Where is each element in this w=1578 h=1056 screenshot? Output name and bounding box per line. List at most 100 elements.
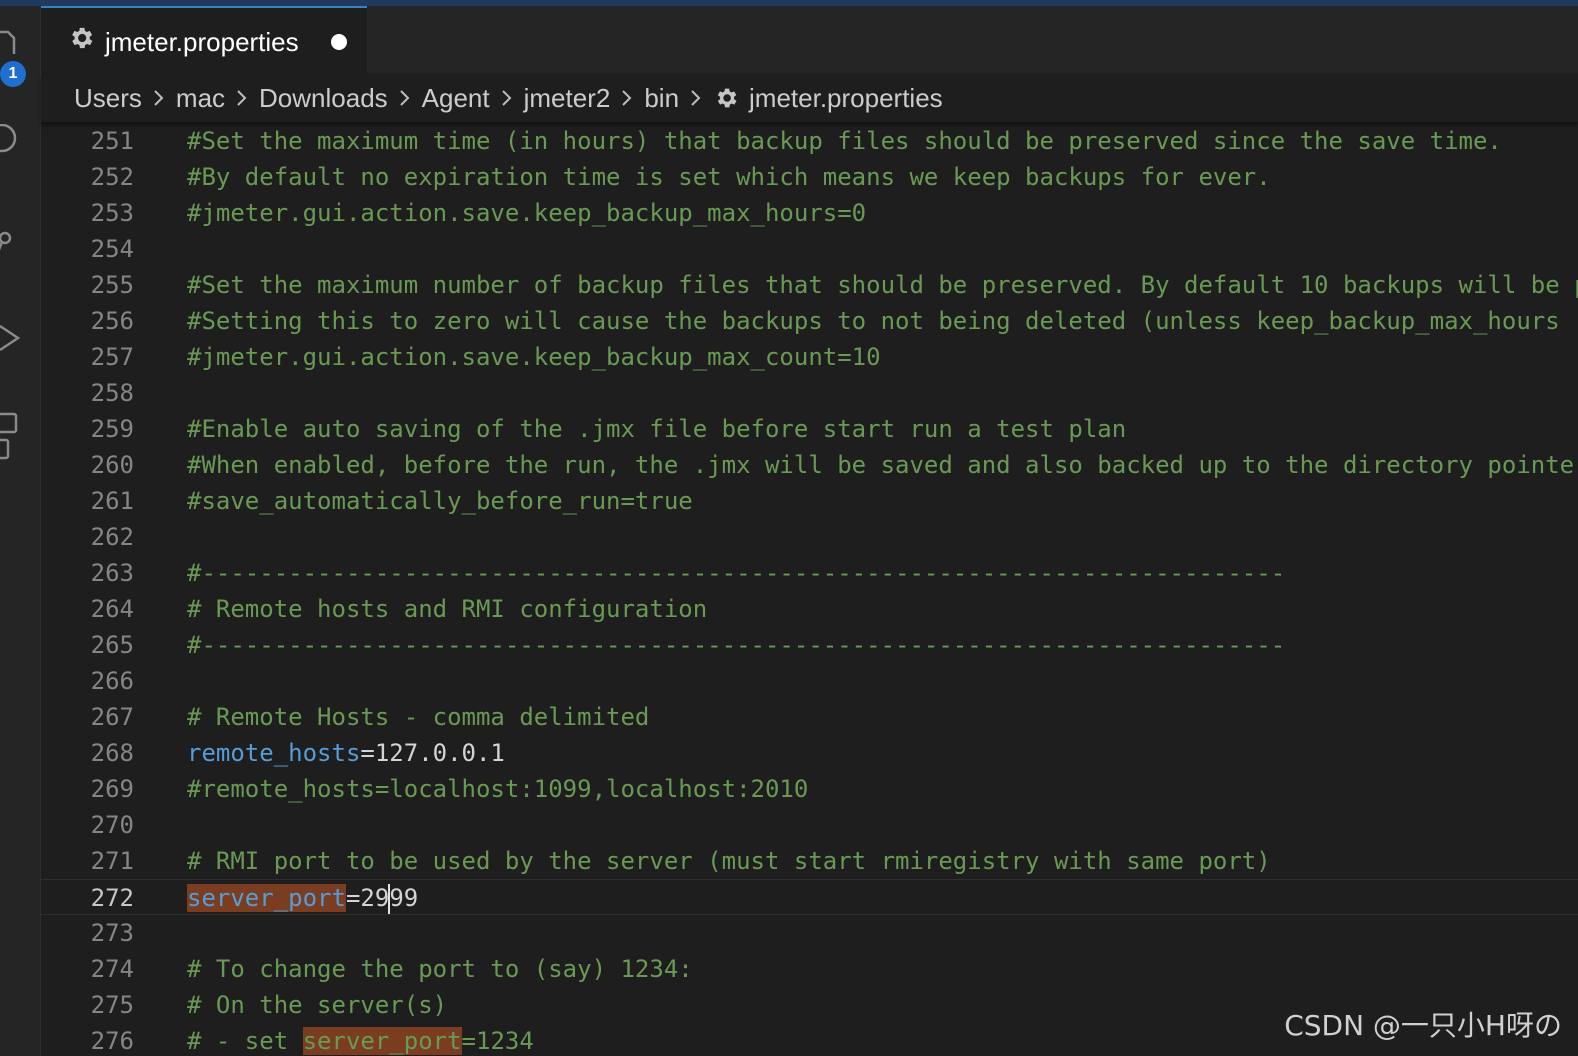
code-line[interactable]: 259 #Enable auto saving of the .jmx file … bbox=[41, 411, 1578, 447]
gear-icon bbox=[717, 88, 737, 108]
line-number: 276 bbox=[90, 1027, 134, 1055]
text-cursor bbox=[388, 884, 391, 914]
line-text: # - set server_port=1234 bbox=[187, 1023, 534, 1056]
line-number: 262 bbox=[90, 523, 134, 551]
extensions-icon[interactable] bbox=[0, 410, 28, 460]
code-line[interactable]: 273 bbox=[41, 915, 1578, 951]
line-text: # Remote Hosts - comma delimited bbox=[187, 703, 650, 731]
line-number: 258 bbox=[90, 379, 134, 407]
line-number: 261 bbox=[90, 487, 134, 515]
line-text: #Set the maximum time (in hours) that ba… bbox=[187, 127, 1502, 155]
code-line[interactable]: 269 #remote_hosts=localhost:1099,localhos… bbox=[41, 771, 1578, 807]
explorer-icon[interactable] bbox=[0, 28, 28, 56]
explorer-badge: 1 bbox=[0, 61, 26, 87]
line-number: 275 bbox=[90, 991, 134, 1019]
line-text: # RMI port to be used by the server (mus… bbox=[187, 847, 1271, 875]
code-line[interactable]: 263 #------------------------------------… bbox=[41, 555, 1578, 591]
run-debug-icon[interactable] bbox=[0, 322, 28, 352]
line-number: 268 bbox=[90, 739, 134, 767]
line-number: 265 bbox=[90, 631, 134, 659]
line-number: 252 bbox=[90, 163, 134, 191]
line-text: # To change the port to (say) 1234: bbox=[187, 955, 693, 983]
code-line[interactable]: 256 #Setting this to zero will cause the … bbox=[41, 303, 1578, 339]
line-number: 254 bbox=[90, 235, 134, 263]
line-text: # On the server(s) bbox=[187, 991, 448, 1019]
breadcrumb-item-bin[interactable]: bin bbox=[644, 82, 679, 114]
source-control-icon[interactable] bbox=[0, 228, 28, 256]
property-key: server_port bbox=[187, 884, 346, 912]
line-number: 272 bbox=[90, 884, 134, 912]
line-number: 269 bbox=[90, 775, 134, 803]
line-number: 264 bbox=[90, 595, 134, 623]
code-line[interactable]: 253 #jmeter.gui.action.save.keep_backup_m… bbox=[41, 195, 1578, 231]
line-text: #save_automatically_before_run=true bbox=[187, 487, 693, 515]
line-number: 266 bbox=[90, 667, 134, 695]
line-text: #Enable auto saving of the .jmx file bef… bbox=[187, 415, 1127, 443]
code-line[interactable]: 271 # RMI port to be used by the server (… bbox=[41, 843, 1578, 879]
property-value: =2999 bbox=[345, 884, 419, 914]
unsaved-dot-icon[interactable] bbox=[331, 34, 347, 50]
comment-text: # - set bbox=[187, 1027, 303, 1055]
code-line[interactable]: 274 # To change the port to (say) 1234: bbox=[41, 951, 1578, 987]
code-line[interactable]: 272 server_port=2999 bbox=[41, 879, 1578, 915]
code-line[interactable]: 270 bbox=[41, 807, 1578, 843]
line-number: 271 bbox=[90, 847, 134, 875]
breadcrumb-item-downloads[interactable]: Downloads bbox=[259, 82, 388, 114]
code-line[interactable]: 258 bbox=[41, 375, 1578, 411]
code-line[interactable]: 252 #By default no expiration time is set… bbox=[41, 159, 1578, 195]
line-text: #remote_hosts=localhost:1099,localhost:2… bbox=[187, 775, 809, 803]
line-number: 263 bbox=[90, 559, 134, 587]
line-number: 255 bbox=[90, 271, 134, 299]
chevron-right-icon bbox=[154, 90, 164, 106]
code-line[interactable]: 257 #jmeter.gui.action.save.keep_backup_m… bbox=[41, 339, 1578, 375]
code-line[interactable]: 260 #When enabled, before the run, the .j… bbox=[41, 447, 1578, 483]
code-line[interactable]: 261 #save_automatically_before_run=true bbox=[41, 483, 1578, 519]
line-text: #jmeter.gui.action.save.keep_backup_max_… bbox=[187, 343, 881, 371]
line-text: server_port=2999 bbox=[187, 880, 418, 916]
line-number: 253 bbox=[90, 199, 134, 227]
line-number: 251 bbox=[90, 127, 134, 155]
line-text: #When enabled, before the run, the .jmx … bbox=[187, 451, 1575, 479]
line-number: 260 bbox=[90, 451, 134, 479]
line-text: remote_hosts=127.0.0.1 bbox=[187, 735, 505, 771]
code-line[interactable]: 265 #------------------------------------… bbox=[41, 627, 1578, 663]
code-editor[interactable]: 251 #Set the maximum time (in hours) that… bbox=[41, 122, 1578, 1056]
line-number: 257 bbox=[90, 343, 134, 371]
code-line[interactable]: 268 remote_hosts=127.0.0.1 bbox=[41, 735, 1578, 771]
comment-text: =1234 bbox=[461, 1027, 534, 1055]
breadcrumb-item-jmeter-properties[interactable]: jmeter.properties bbox=[749, 82, 943, 114]
property-key: remote_hosts bbox=[187, 739, 361, 767]
line-text: #jmeter.gui.action.save.keep_backup_max_… bbox=[187, 199, 867, 227]
breadcrumb-item-users[interactable]: Users bbox=[74, 82, 142, 114]
line-number: 267 bbox=[90, 703, 134, 731]
line-text: # Remote hosts and RMI configuration bbox=[187, 595, 708, 623]
line-text: #Set the maximum number of backup files … bbox=[187, 271, 1578, 299]
breadcrumb: Users mac Downloads Agent jmeter2 bin jmeter.p… bbox=[41, 74, 1578, 122]
search-icon[interactable] bbox=[0, 123, 28, 153]
code-line[interactable]: 254 bbox=[41, 231, 1578, 267]
chevron-right-icon bbox=[622, 90, 632, 106]
breadcrumb-item-agent[interactable]: Agent bbox=[422, 82, 490, 114]
line-number: 259 bbox=[90, 415, 134, 443]
chevron-right-icon bbox=[237, 90, 247, 106]
breadcrumb-item-mac[interactable]: mac bbox=[176, 82, 225, 114]
line-number: 274 bbox=[90, 955, 134, 983]
code-line[interactable]: 264 # Remote hosts and RMI configuration bbox=[41, 591, 1578, 627]
tab-bar: jmeter.properties bbox=[41, 6, 1578, 75]
line-number: 256 bbox=[90, 307, 134, 335]
tab-jmeter-properties[interactable]: jmeter.properties bbox=[41, 6, 367, 74]
code-line[interactable]: 266 bbox=[41, 663, 1578, 699]
code-line[interactable]: 267 # Remote Hosts - comma delimited bbox=[41, 699, 1578, 735]
line-number: 270 bbox=[90, 811, 134, 839]
gear-icon bbox=[72, 27, 93, 49]
line-text: #By default no expiration time is set wh… bbox=[187, 163, 1271, 191]
code-line[interactable]: 255 #Set the maximum number of backup fil… bbox=[41, 267, 1578, 303]
code-line[interactable]: 251 #Set the maximum time (in hours) that… bbox=[41, 123, 1578, 159]
code-line[interactable]: 262 bbox=[41, 519, 1578, 555]
property-value: =127.0.0.1 bbox=[360, 739, 505, 767]
line-number: 273 bbox=[90, 919, 134, 947]
chevron-right-icon bbox=[691, 90, 701, 106]
line-text: #---------------------------------------… bbox=[187, 631, 1286, 659]
line-text: #Setting this to zero will cause the bac… bbox=[187, 307, 1560, 335]
breadcrumb-item-jmeter2[interactable]: jmeter2 bbox=[524, 82, 611, 114]
